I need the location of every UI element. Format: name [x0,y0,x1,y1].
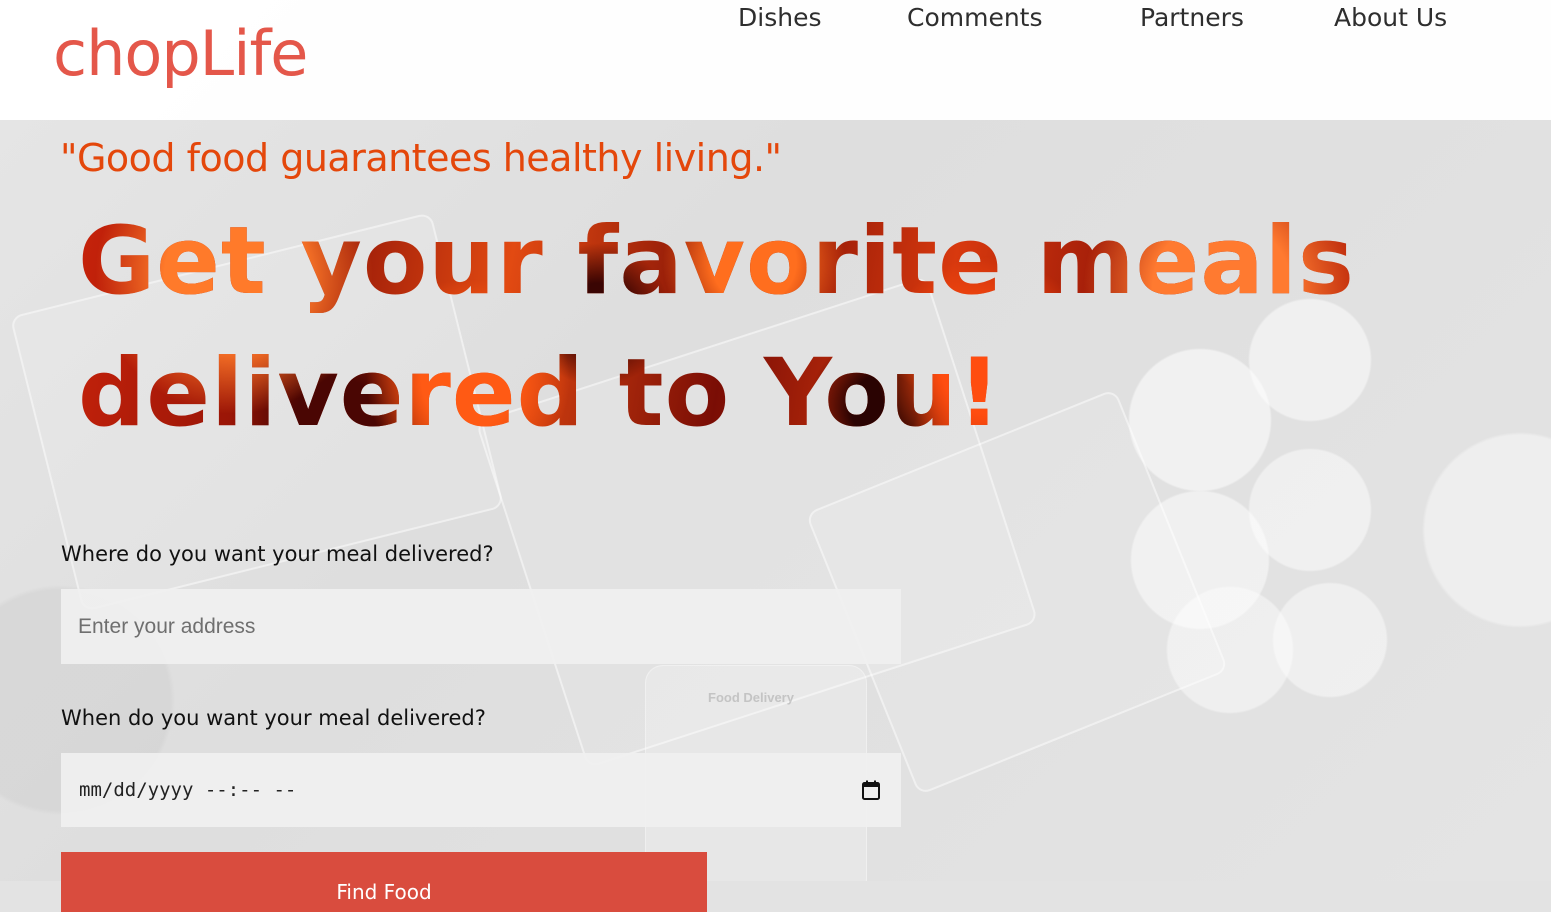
hero-tagline: "Good food guarantees healthy living." [60,136,782,180]
calendar-icon[interactable] [862,780,880,800]
background-phone-label: Food Delivery [708,690,794,705]
address-label: Where do you want your meal delivered? [61,542,494,566]
datetime-label: When do you want your meal delivered? [61,706,486,730]
address-input[interactable] [61,589,901,664]
delivery-datetime-input[interactable]: mm/dd/yyyy --:-- -- [61,753,901,827]
datetime-placeholder: mm/dd/yyyy --:-- -- [79,779,297,801]
nav-link-about-us[interactable]: About Us [1334,0,1447,36]
find-food-button[interactable]: Find Food [61,852,707,912]
hero-headline: Get your favorite meals delivered to You… [78,196,1378,460]
hero-headline-line-1: Get your favorite meals [78,207,1355,316]
site-header: chopLife Dishes Comments Partners About … [0,0,1551,120]
nav-link-dishes[interactable]: Dishes [738,0,821,36]
brand-logo[interactable]: chopLife [53,14,308,94]
nav-link-partners[interactable]: Partners [1140,0,1244,36]
hero-headline-line-2: delivered to You! [78,339,1002,448]
nav-link-comments[interactable]: Comments [907,0,1043,36]
